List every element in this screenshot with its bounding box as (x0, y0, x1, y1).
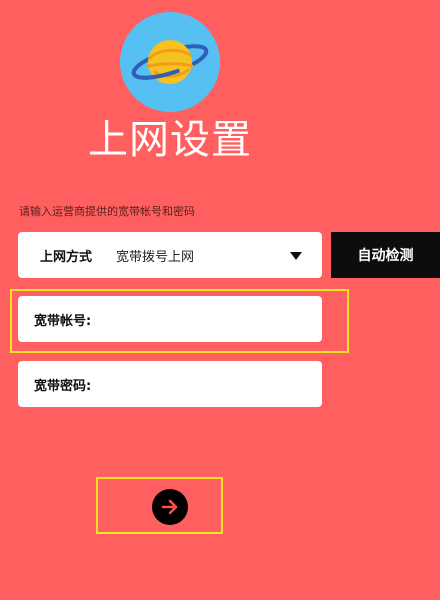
account-field[interactable]: 宽带帐号: (18, 296, 322, 342)
connection-method-select[interactable]: 上网方式 宽带拨号上网 (18, 232, 322, 278)
connection-method-label: 上网方式 (40, 249, 93, 265)
arrow-right-icon (161, 499, 178, 515)
planet-icon (131, 40, 209, 84)
instruction-text: 请输入运营商提供的宽带帐号和密码 (19, 205, 195, 218)
logo-icon-circle (120, 12, 220, 112)
connection-method-value: 宽带拨号上网 (116, 249, 195, 265)
next-button[interactable] (152, 489, 188, 525)
account-label: 宽带帐号: (34, 313, 92, 329)
password-label: 宽带密码: (34, 378, 92, 394)
auto-detect-button[interactable]: 自动检测 (331, 232, 440, 278)
chevron-down-icon[interactable] (290, 252, 302, 260)
password-field[interactable]: 宽带密码: (18, 361, 322, 407)
password-input[interactable] (91, 375, 310, 393)
account-input[interactable] (91, 310, 310, 328)
page-title: 上网设置 (88, 117, 252, 163)
